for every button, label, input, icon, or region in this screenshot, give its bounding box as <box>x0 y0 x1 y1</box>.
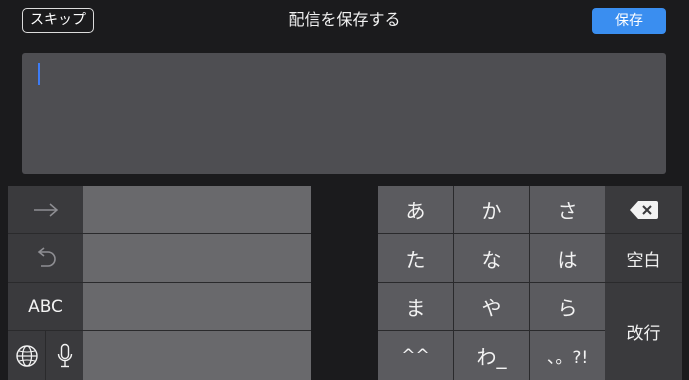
top-bar: スキップ 配信を保存する 保存 <box>0 0 689 44</box>
candidate-row-4 <box>83 331 311 380</box>
candidate-row-2 <box>83 234 311 283</box>
punctuation-key[interactable]: 、。?! <box>530 331 605 380</box>
globe-key[interactable] <box>8 331 46 380</box>
arrow-right-icon <box>32 202 60 218</box>
globe-icon <box>15 344 39 368</box>
microphone-key[interactable] <box>46 331 83 380</box>
save-button[interactable]: 保存 <box>592 8 666 34</box>
candidate-row-3 <box>83 283 311 331</box>
skip-button[interactable]: スキップ <box>22 8 94 33</box>
dakuten-key[interactable]: ^^ <box>378 331 454 380</box>
page-title: 配信を保存する <box>288 10 401 29</box>
kana-key-ha[interactable]: は <box>530 234 605 283</box>
kana-key-ma[interactable]: ま <box>378 283 454 331</box>
kana-key-ya[interactable]: や <box>454 283 530 331</box>
kana-key-sa[interactable]: さ <box>530 186 605 234</box>
keyboard: ABC あ か さ た な は ま や ら ^^ わ_ 、。?! 空白 改行 <box>0 186 689 380</box>
return-key[interactable]: 改行 <box>605 283 682 380</box>
kana-key-na[interactable]: な <box>454 234 530 283</box>
abc-key[interactable]: ABC <box>8 283 83 331</box>
undo-icon <box>33 246 59 270</box>
microphone-icon <box>57 343 73 369</box>
candidate-row-1 <box>83 186 311 234</box>
kana-key-a[interactable]: あ <box>378 186 454 234</box>
screen: スキップ 配信を保存する 保存 ABC あ か さ た な は ま や ら ^^… <box>0 0 689 380</box>
undo-key[interactable] <box>8 234 83 283</box>
kana-key-ta[interactable]: た <box>378 234 454 283</box>
text-caret <box>38 63 40 85</box>
delete-icon <box>629 200 659 220</box>
kana-key-ra[interactable]: ら <box>530 283 605 331</box>
kana-key-wa[interactable]: わ_ <box>454 331 530 380</box>
kana-key-ka[interactable]: か <box>454 186 530 234</box>
text-input-area[interactable] <box>22 53 666 174</box>
space-key[interactable]: 空白 <box>605 234 682 283</box>
delete-key[interactable] <box>605 186 682 234</box>
next-arrow-key[interactable] <box>8 186 83 234</box>
